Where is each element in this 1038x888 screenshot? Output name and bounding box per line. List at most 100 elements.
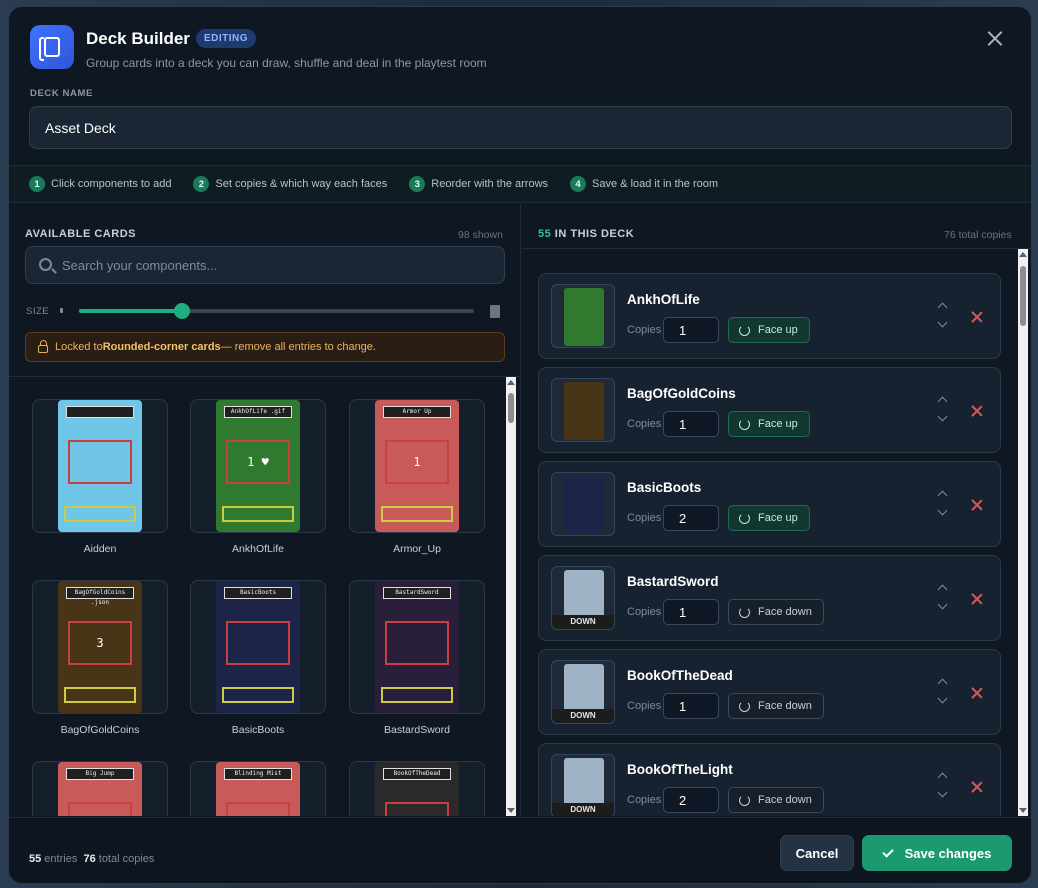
down-tag: DOWN: [552, 803, 614, 816]
modal-header: Deck Builder EDITING Group cards into a …: [9, 7, 1031, 165]
deck-entry-row: DOWN BookOfTheDead Copies Face down: [538, 649, 1001, 735]
deck-entry-row: BagOfGoldCoins Copies Face up: [538, 367, 1001, 453]
copies-input[interactable]: [663, 411, 719, 437]
card-footer: [64, 506, 136, 522]
move-up-icon[interactable]: [937, 490, 948, 501]
size-slider[interactable]: [79, 303, 474, 319]
move-down-icon[interactable]: [937, 317, 948, 328]
available-card[interactable]: BookOfTheDead: [349, 761, 485, 816]
remove-entry-icon[interactable]: [971, 687, 983, 699]
available-card[interactable]: Big Jump: [32, 761, 168, 816]
reorder-controls: [937, 488, 949, 520]
search-input[interactable]: [62, 247, 492, 283]
deck-panel: 55 IN THIS DECK 76 total copies AnkhOfLi…: [522, 204, 1031, 816]
card-image-frame: Armor Up 1: [349, 399, 485, 533]
remove-entry-icon[interactable]: [971, 781, 983, 793]
flip-icon: [739, 324, 750, 336]
move-up-icon[interactable]: [937, 772, 948, 783]
move-up-icon[interactable]: [937, 678, 948, 689]
cards-scrollbar[interactable]: [506, 377, 516, 816]
card-name: AnkhOfLife: [232, 543, 284, 555]
reorder-controls: [937, 300, 949, 332]
deck-scrollbar[interactable]: [1018, 249, 1028, 816]
down-tag: DOWN: [552, 709, 614, 723]
move-down-icon[interactable]: [937, 411, 948, 422]
step-1: 1 Click components to add: [29, 176, 171, 192]
available-card[interactable]: AnkhOfLife .gif 1 ♥ AnkhOfLife: [190, 399, 326, 555]
reorder-controls: [937, 394, 949, 426]
flip-icon: [739, 606, 750, 618]
flip-icon: [739, 794, 750, 806]
scroll-down-arrow[interactable]: [507, 808, 515, 813]
card-image-frame: [32, 399, 168, 533]
available-card[interactable]: Blinding Mist: [190, 761, 326, 816]
card-image: AnkhOfLife .gif 1 ♥: [216, 400, 300, 532]
card-image: BookOfTheDead: [375, 762, 459, 816]
lock-icon: [38, 339, 48, 353]
size-large-icon: [490, 305, 500, 318]
available-card[interactable]: Aidden: [32, 399, 168, 555]
remove-entry-icon[interactable]: [971, 405, 983, 417]
move-up-icon[interactable]: [937, 584, 948, 595]
copies-input[interactable]: [663, 505, 719, 531]
reorder-controls: [937, 582, 949, 614]
face-toggle-button[interactable]: Face up: [728, 505, 810, 531]
card-stat: [226, 621, 290, 665]
deck-name-label: DECK NAME: [30, 88, 93, 99]
cards-scroll-thumb[interactable]: [508, 393, 514, 423]
move-down-icon[interactable]: [937, 693, 948, 704]
card-footer: [381, 506, 453, 522]
scroll-up-arrow[interactable]: [507, 380, 515, 385]
copies-input[interactable]: [663, 599, 719, 625]
shown-count: 98 shown: [458, 229, 503, 241]
search-box[interactable]: [25, 246, 505, 284]
face-toggle-button[interactable]: Face down: [728, 787, 824, 813]
deck-scroll-up-arrow[interactable]: [1019, 252, 1027, 257]
card-image: Armor Up 1: [375, 400, 459, 532]
entry-name: BasicBoots: [627, 480, 702, 495]
copies-input[interactable]: [663, 693, 719, 719]
deck-scroll-down-arrow[interactable]: [1019, 808, 1027, 813]
copies-input[interactable]: [663, 787, 719, 813]
copies-input[interactable]: [663, 317, 719, 343]
face-toggle-button[interactable]: Face down: [728, 599, 824, 625]
card-stat: 1: [385, 440, 449, 484]
move-down-icon[interactable]: [937, 505, 948, 516]
available-card[interactable]: BasicBoots BasicBoots: [190, 580, 326, 736]
remove-entry-icon[interactable]: [971, 311, 983, 323]
entry-thumbnail: DOWN: [551, 754, 615, 816]
save-changes-button[interactable]: Save changes: [862, 835, 1012, 871]
move-up-icon[interactable]: [937, 302, 948, 313]
face-toggle-button[interactable]: Face up: [728, 317, 810, 343]
card-footer: [222, 506, 294, 522]
card-stat: [68, 802, 132, 816]
face-toggle-button[interactable]: Face up: [728, 411, 810, 437]
card-label: AnkhOfLife .gif: [224, 406, 292, 418]
move-down-icon[interactable]: [937, 787, 948, 798]
entry-thumbnail: [551, 378, 615, 442]
deck-name-input[interactable]: [29, 106, 1012, 149]
size-slider-thumb[interactable]: [173, 303, 190, 319]
entry-card-art: [564, 476, 604, 534]
move-down-icon[interactable]: [937, 599, 948, 610]
available-card[interactable]: BagOfGoldCoins .json 3 BagOfGoldCoins: [32, 580, 168, 736]
available-card[interactable]: BastardSword BastardSword: [349, 580, 485, 736]
modal-title: Deck Builder: [86, 29, 190, 48]
available-card[interactable]: Armor Up 1 Armor_Up: [349, 399, 485, 555]
remove-entry-icon[interactable]: [971, 499, 983, 511]
card-image-frame: Big Jump: [32, 761, 168, 816]
cancel-button[interactable]: Cancel: [780, 835, 854, 871]
deck-scroll-thumb[interactable]: [1020, 266, 1026, 326]
card-label: Armor Up: [383, 406, 451, 418]
move-up-icon[interactable]: [937, 396, 948, 407]
close-icon[interactable]: [983, 27, 1007, 51]
flip-icon: [739, 700, 750, 712]
card-name: Aidden: [83, 543, 117, 555]
entry-thumbnail: DOWN: [551, 660, 615, 724]
face-toggle-button[interactable]: Face down: [728, 693, 824, 719]
footer-stats: 55 entries 76 total copies: [29, 853, 155, 865]
remove-entry-icon[interactable]: [971, 593, 983, 605]
reorder-controls: [937, 770, 949, 802]
entry-name: BastardSword: [627, 574, 719, 589]
card-footer: [381, 687, 453, 703]
